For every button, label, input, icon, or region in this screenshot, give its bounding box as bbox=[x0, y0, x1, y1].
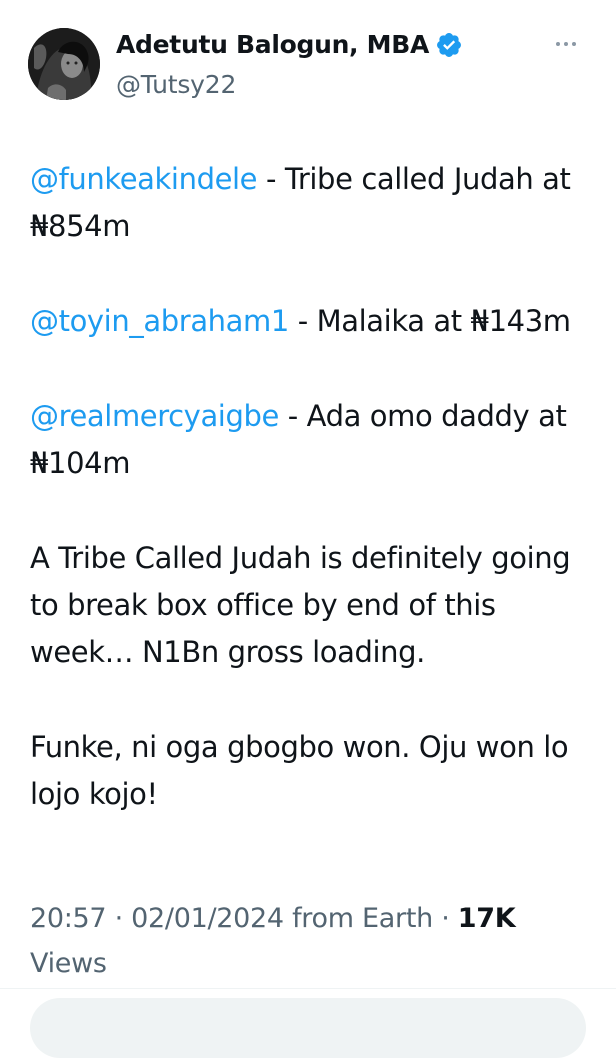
tweet-date[interactable]: 02/01/2024 bbox=[131, 903, 284, 934]
tweet-source: from Earth bbox=[292, 903, 433, 934]
tweet-line-3: @realmercyaigbe - Ada omo daddy at ₦104m bbox=[30, 393, 596, 487]
views-label: Views bbox=[30, 948, 107, 979]
avatar-image bbox=[28, 28, 100, 100]
tweet-paragraph-5: Funke, ni oga gbogbo won. Oju won lo loj… bbox=[30, 730, 569, 811]
reply-input[interactable] bbox=[30, 998, 586, 1058]
divider bbox=[0, 988, 616, 989]
tweet-meta: 20:57 · 02/01/2024 from Earth · 17K Views bbox=[30, 896, 590, 986]
tweet-line-text: - Malaika at ₦143m bbox=[288, 304, 571, 338]
avatar[interactable] bbox=[28, 28, 100, 100]
meta-separator: · bbox=[432, 903, 458, 934]
mention-link[interactable]: @funkeakindele bbox=[30, 162, 258, 196]
tweet-line-1: @funkeakindele - Tribe called Judah at ₦… bbox=[30, 156, 596, 250]
tweet-paragraph-4: A Tribe Called Judah is definitely going… bbox=[30, 541, 571, 669]
mention-link[interactable]: @realmercyaigbe bbox=[30, 399, 279, 433]
views-count[interactable]: 17K bbox=[458, 903, 516, 934]
tweet-header: Adetutu Balogun, MBA @Tutsy22 bbox=[28, 26, 588, 106]
display-name[interactable]: Adetutu Balogun, MBA bbox=[116, 30, 429, 59]
tweet-text: @funkeakindele - Tribe called Judah at ₦… bbox=[30, 156, 596, 866]
name-row: Adetutu Balogun, MBA bbox=[116, 30, 463, 59]
tweet-time[interactable]: 20:57 bbox=[30, 903, 107, 934]
tweet-line-2: @toyin_abraham1 - Malaika at ₦143m bbox=[30, 298, 596, 345]
verified-badge-icon bbox=[437, 32, 462, 57]
more-dots-icon[interactable] bbox=[548, 32, 584, 56]
meta-separator: · bbox=[106, 903, 132, 934]
mention-link[interactable]: @toyin_abraham1 bbox=[30, 304, 289, 338]
user-handle[interactable]: @Tutsy22 bbox=[116, 70, 236, 99]
meta-space bbox=[284, 903, 292, 934]
